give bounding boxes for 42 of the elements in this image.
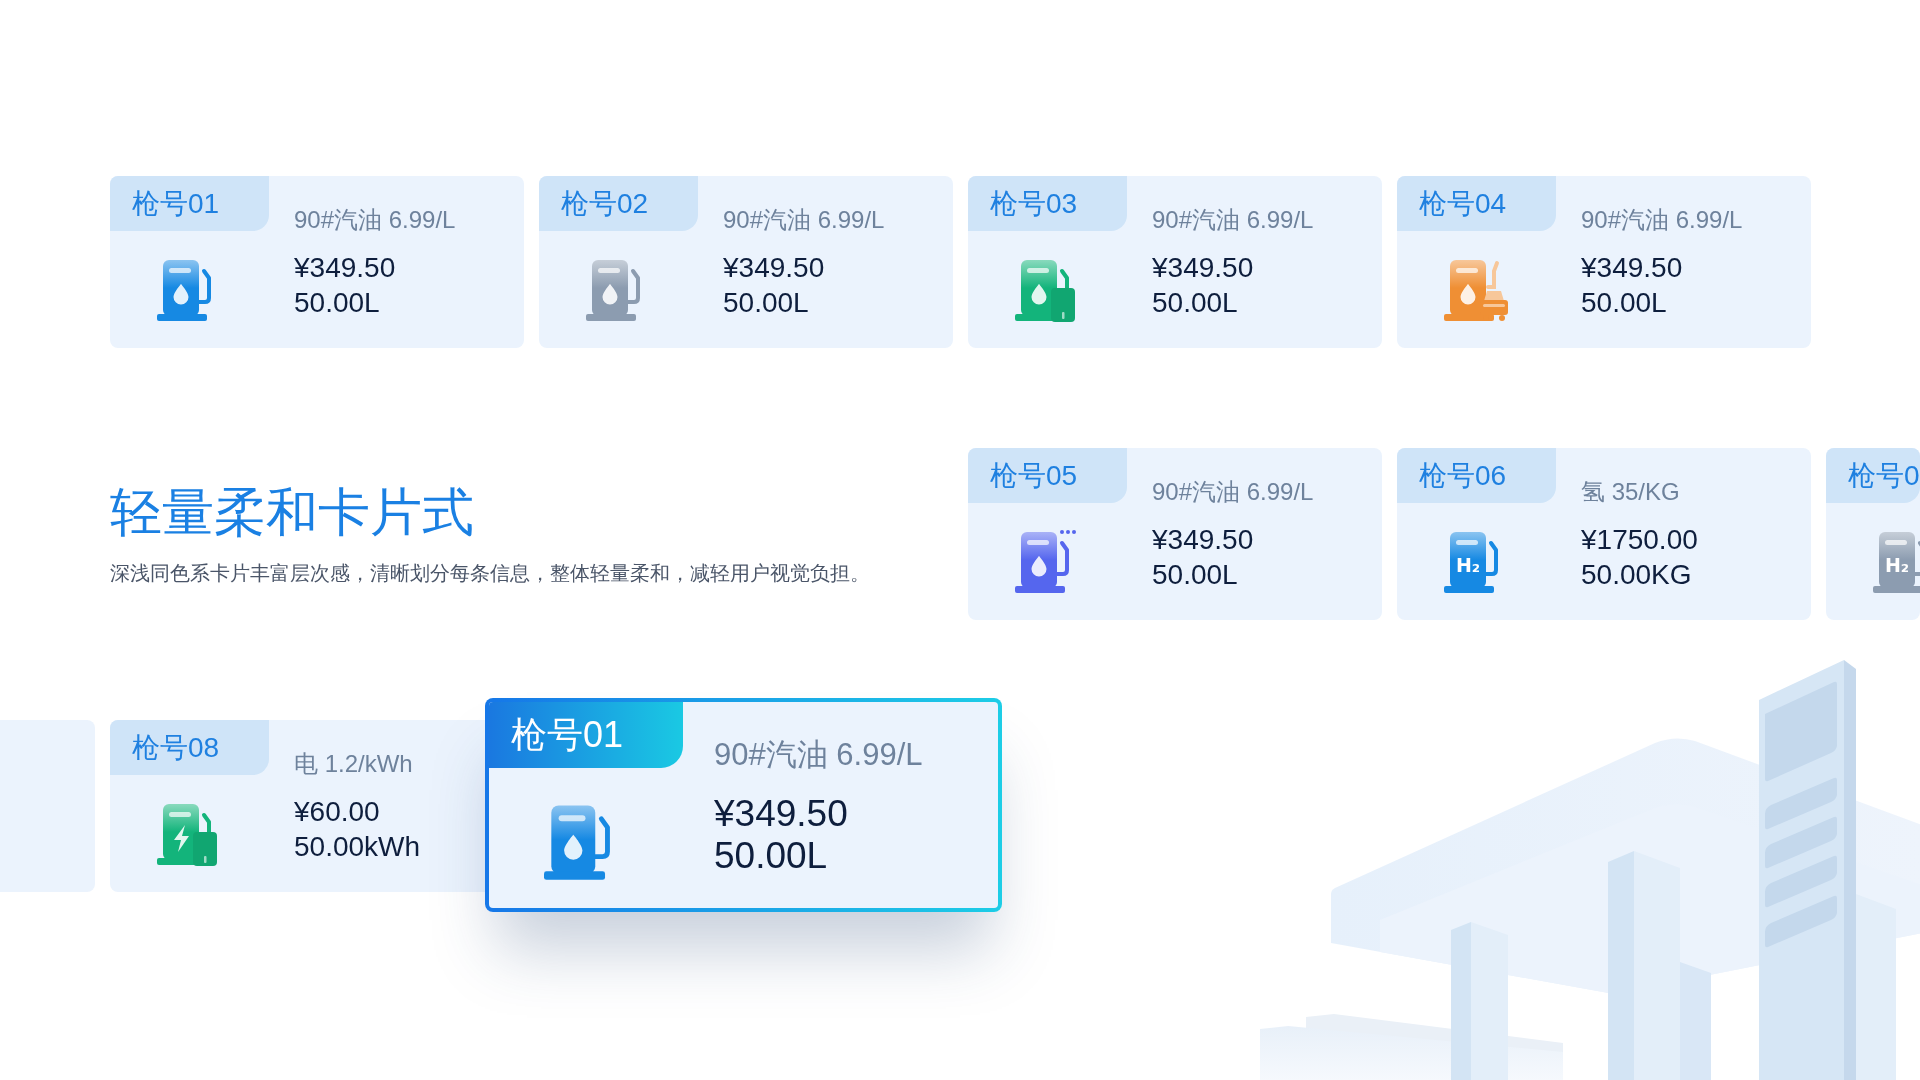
pump-number-label: 枪号01 <box>489 702 683 768</box>
unit-price-text: 90#汽油 6.99/L <box>723 205 885 235</box>
unit-price-text: 90#汽油 6.99/L <box>294 205 456 235</box>
unit-price-text: 90#汽油 6.99/L <box>1152 205 1314 235</box>
volume-text: 50.00L <box>294 286 380 320</box>
amount-text: ¥349.50 <box>1581 251 1683 285</box>
pump-number-label: 枪号05 <box>968 448 1127 503</box>
section-description: 深浅同色系卡片丰富层次感，清晰划分每条信息，整体轻量柔和，减轻用户视觉负担。 <box>110 561 870 586</box>
volume-text: 50.00kWh <box>294 830 421 864</box>
pump-card[interactable]: 枪号05 90#汽油 6.99/L ¥349.50 50.00L <box>968 448 1382 620</box>
volume-text: 50.00L <box>1581 286 1667 320</box>
section-title: 轻量柔和卡片式 <box>110 482 474 543</box>
pump-card[interactable]: 枪号04 90#汽油 6.99/L ¥349.50 50.00L <box>1397 176 1811 348</box>
volume-text: 50.00L <box>1152 558 1238 592</box>
amount-text: ¥349.50 <box>1152 523 1254 557</box>
pump-number-label: 枪号03 <box>968 176 1127 231</box>
amount-text: ¥1750.00 <box>1581 523 1698 557</box>
amount-text: ¥349.50 <box>714 793 848 835</box>
pump-card[interactable]: 枪号01 90#汽油 6.99/L ¥349.50 50.00L <box>110 176 524 348</box>
pump-number-label: 枪号02 <box>539 176 698 231</box>
volume-text: 50.00L <box>1152 286 1238 320</box>
volume-text: 50.00L <box>714 835 828 877</box>
amount-text: ¥349.50 <box>1152 251 1254 285</box>
pump-number-label: 枪号06 <box>1397 448 1556 503</box>
unit-price-text: 电 1.2/kWh <box>294 749 413 779</box>
pump-number-label: 枪号0 <box>1826 448 1920 503</box>
unit-price-text: 90#汽油 6.99/L <box>1581 205 1743 235</box>
unit-price-text: 90#汽油 6.99/L <box>714 736 923 774</box>
pump-number-label: 枪号01 <box>110 176 269 231</box>
unit-price-text: 90#汽油 6.99/L <box>1152 477 1314 507</box>
amount-text: ¥349.50 <box>723 251 825 285</box>
pump-card[interactable]: 枪号03 90#汽油 6.99/L ¥349.50 50.00L <box>968 176 1382 348</box>
pump-number-label: 枪号08 <box>110 720 269 775</box>
amount-text: ¥349.50 <box>294 251 396 285</box>
pump-number-label: 枪号04 <box>1397 176 1556 231</box>
volume-text: 50.00L <box>723 286 809 320</box>
amount-text: ¥60.00 <box>294 795 380 829</box>
unit-price-text: 氢 35/KG <box>1581 477 1680 507</box>
pump-card[interactable]: 枪号08 电 1.2/kWh ¥60.00 50.00kWh <box>110 720 485 892</box>
pump-card[interactable]: 枪号06 H₂ 氢 35/KG ¥1750.00 50.00KG <box>1397 448 1811 620</box>
volume-text: 50.00KG <box>1581 558 1692 592</box>
pump-card[interactable]: 枪号02 90#汽油 6.99/L ¥349.50 50.00L <box>539 176 953 348</box>
